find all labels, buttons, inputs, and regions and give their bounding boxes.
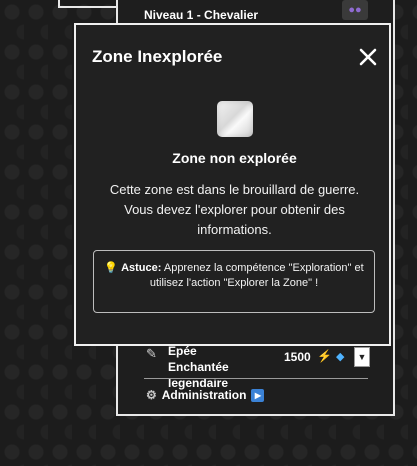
administration-row[interactable]: ⚙ Administration ▶ [146, 388, 265, 402]
diamond-icon: ◆ [336, 351, 345, 363]
item-dropdown-button[interactable]: ▼ [354, 347, 370, 367]
item-name: Epée Enchantée legendaire [168, 344, 229, 390]
character-level: Niveau 1 - Chevalier [144, 8, 259, 22]
close-icon[interactable] [359, 48, 377, 66]
zone-description: Cette zone est dans le brouillard de gue… [109, 182, 360, 237]
gear-icon: ⚙ [146, 388, 157, 402]
zone-heading: Zone non explorée [172, 150, 297, 166]
tip-text: Apprenez la compétence "Exploration" et … [149, 262, 364, 289]
unexplored-zone-modal: Zone Inexplorée Zone non explorée Cette … [74, 23, 391, 346]
item-price: 1500 [284, 350, 311, 364]
background-card-edge [58, 0, 122, 8]
play-icon[interactable]: ▶ [251, 388, 265, 402]
administration-label: Administration [161, 388, 247, 402]
close-button[interactable] [356, 45, 380, 69]
fog-image [217, 101, 253, 137]
tip-label: Astuce: [121, 262, 162, 274]
divider [144, 378, 368, 379]
tip-box: 💡 Astuce: Apprenez la compétence "Explor… [93, 250, 375, 313]
lightning-icon: ⚡ [317, 349, 332, 363]
modal-title: Zone Inexplorée [92, 47, 223, 66]
users-icon[interactable]: ●● [342, 0, 368, 20]
sword-icon: ✎ [146, 346, 157, 361]
lightbulb-icon: 💡 [104, 262, 118, 274]
